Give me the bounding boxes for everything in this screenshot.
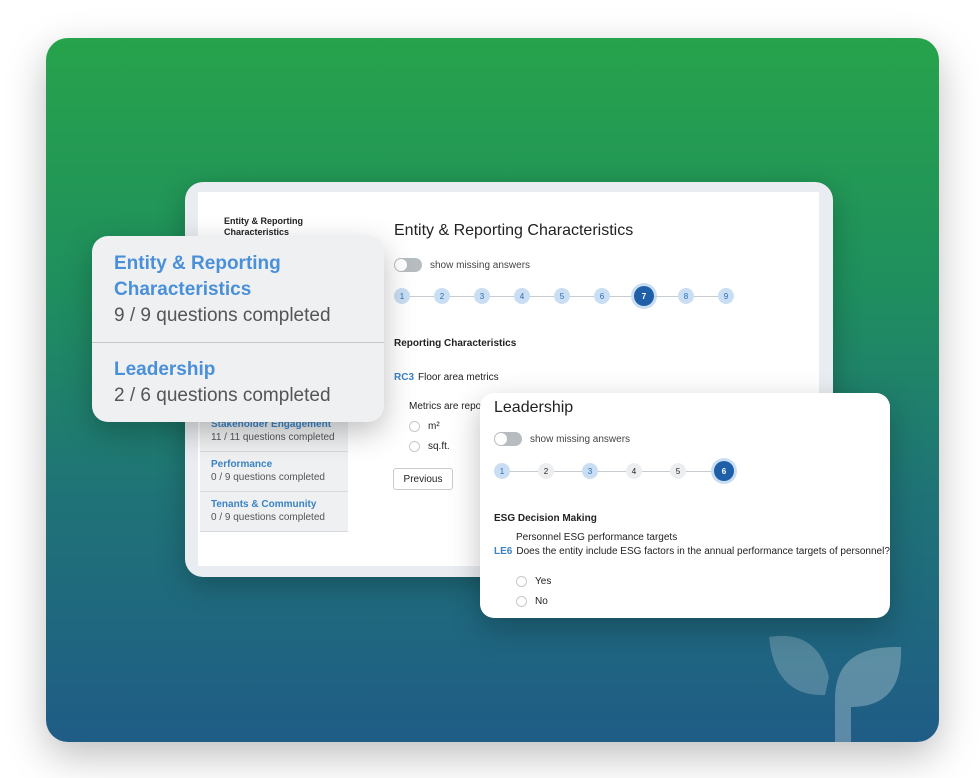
step-5[interactable]: 5 — [670, 463, 686, 479]
question-stepper: 1 2 3 4 5 6 — [494, 461, 734, 481]
summary-item-progress: 2 / 6 questions completed — [114, 385, 331, 406]
question-code: RC3 — [394, 372, 415, 383]
step-connector — [554, 470, 582, 472]
missing-answers-toggle-row: show missing answers — [394, 258, 530, 272]
step-connector — [510, 470, 538, 472]
question-row: RC3 Floor area metrics — [394, 372, 499, 383]
step-4[interactable]: 4 — [514, 288, 530, 304]
sidebar-title: Entity & Reporting Characteristics — [224, 216, 303, 237]
sidebar-item-title: Performance — [211, 459, 273, 470]
page-title: Entity & Reporting Characteristics — [394, 222, 634, 239]
step-connector — [610, 295, 634, 297]
option-yes[interactable]: Yes — [516, 576, 551, 587]
summary-item-leadership[interactable]: Leadership 2 / 6 questions completed — [92, 343, 384, 409]
previous-button[interactable]: Previous — [393, 468, 453, 490]
section-title: ESG Decision Making — [494, 513, 597, 524]
step-8[interactable]: 8 — [678, 288, 694, 304]
step-connector — [490, 295, 514, 297]
step-4[interactable]: 4 — [626, 463, 642, 479]
summary-item-title: Entity & Reporting Characteristics — [114, 253, 281, 300]
toggle-label: show missing answers — [430, 259, 531, 271]
step-1[interactable]: 1 — [394, 288, 410, 304]
radio-button[interactable] — [409, 421, 420, 432]
sidebar-item-tenants-community[interactable]: Tenants & Community 0 / 9 questions comp… — [200, 492, 348, 532]
step-connector — [642, 470, 670, 472]
radio-button[interactable] — [516, 576, 527, 587]
option-m2[interactable]: m² — [409, 421, 440, 432]
option-label: Yes — [535, 576, 552, 587]
step-3[interactable]: 3 — [474, 288, 490, 304]
question-code: LE6 — [494, 546, 513, 557]
step-connector — [450, 295, 474, 297]
sidebar-list: Stakeholder Engagement 11 / 11 questions… — [200, 412, 348, 532]
step-connector — [570, 295, 594, 297]
missing-answers-toggle[interactable] — [494, 432, 522, 446]
section-title: Reporting Characteristics — [394, 338, 517, 349]
step-2[interactable]: 2 — [434, 288, 450, 304]
sprout-logo-icon — [769, 635, 901, 742]
step-connector — [530, 295, 554, 297]
step-5[interactable]: 5 — [554, 288, 570, 304]
metrics-label: Metrics are repo — [409, 401, 482, 412]
question-stepper: 1 2 3 4 5 6 7 8 9 — [394, 286, 734, 306]
step-connector — [654, 295, 678, 297]
question-text: Floor area metrics — [418, 372, 499, 383]
step-3[interactable]: 3 — [582, 463, 598, 479]
missing-answers-toggle[interactable] — [394, 258, 422, 272]
sidebar-item-progress: 11 / 11 questions completed — [211, 432, 335, 443]
sidebar-item-performance[interactable]: Performance 0 / 9 questions completed — [200, 452, 348, 492]
step-7-active[interactable]: 7 — [634, 286, 654, 306]
toggle-label: show missing answers — [530, 433, 631, 445]
step-connector — [410, 295, 434, 297]
option-label: m² — [428, 421, 440, 432]
missing-answers-toggle-row: show missing answers — [494, 432, 630, 446]
section-summary-card: Entity & Reporting Characteristics 9 / 9… — [92, 236, 384, 422]
question-row: LE6 Does the entity include ESG factors i… — [494, 546, 890, 557]
leadership-card: Leadership show missing answers 1 2 3 4 … — [480, 393, 890, 618]
step-connector — [694, 295, 718, 297]
option-sqft[interactable]: sq.ft. — [409, 441, 450, 452]
question-subtitle: Personnel ESG performance targets — [516, 532, 678, 543]
option-label: No — [535, 596, 548, 607]
step-6[interactable]: 6 — [594, 288, 610, 304]
summary-item-entity[interactable]: Entity & Reporting Characteristics 9 / 9… — [92, 236, 384, 329]
sidebar-header: Entity & Reporting Characteristics — [224, 216, 361, 238]
sidebar-item-title: Tenants & Community — [211, 499, 317, 510]
step-9[interactable]: 9 — [718, 288, 734, 304]
option-label: sq.ft. — [428, 441, 450, 452]
sidebar-item-progress: 0 / 9 questions completed — [211, 472, 325, 483]
radio-button[interactable] — [409, 441, 420, 452]
summary-item-title: Leadership — [114, 359, 216, 380]
step-1[interactable]: 1 — [494, 463, 510, 479]
sidebar-item-progress: 0 / 9 questions completed — [211, 512, 325, 523]
step-connector — [686, 470, 714, 472]
option-no[interactable]: No — [516, 596, 548, 607]
leadership-title: Leadership — [494, 399, 574, 416]
step-2[interactable]: 2 — [538, 463, 554, 479]
step-connector — [598, 470, 626, 472]
radio-button[interactable] — [516, 596, 527, 607]
step-6-active[interactable]: 6 — [714, 461, 734, 481]
question-text: Does the entity include ESG factors in t… — [516, 546, 890, 557]
summary-item-progress: 9 / 9 questions completed — [114, 305, 331, 326]
